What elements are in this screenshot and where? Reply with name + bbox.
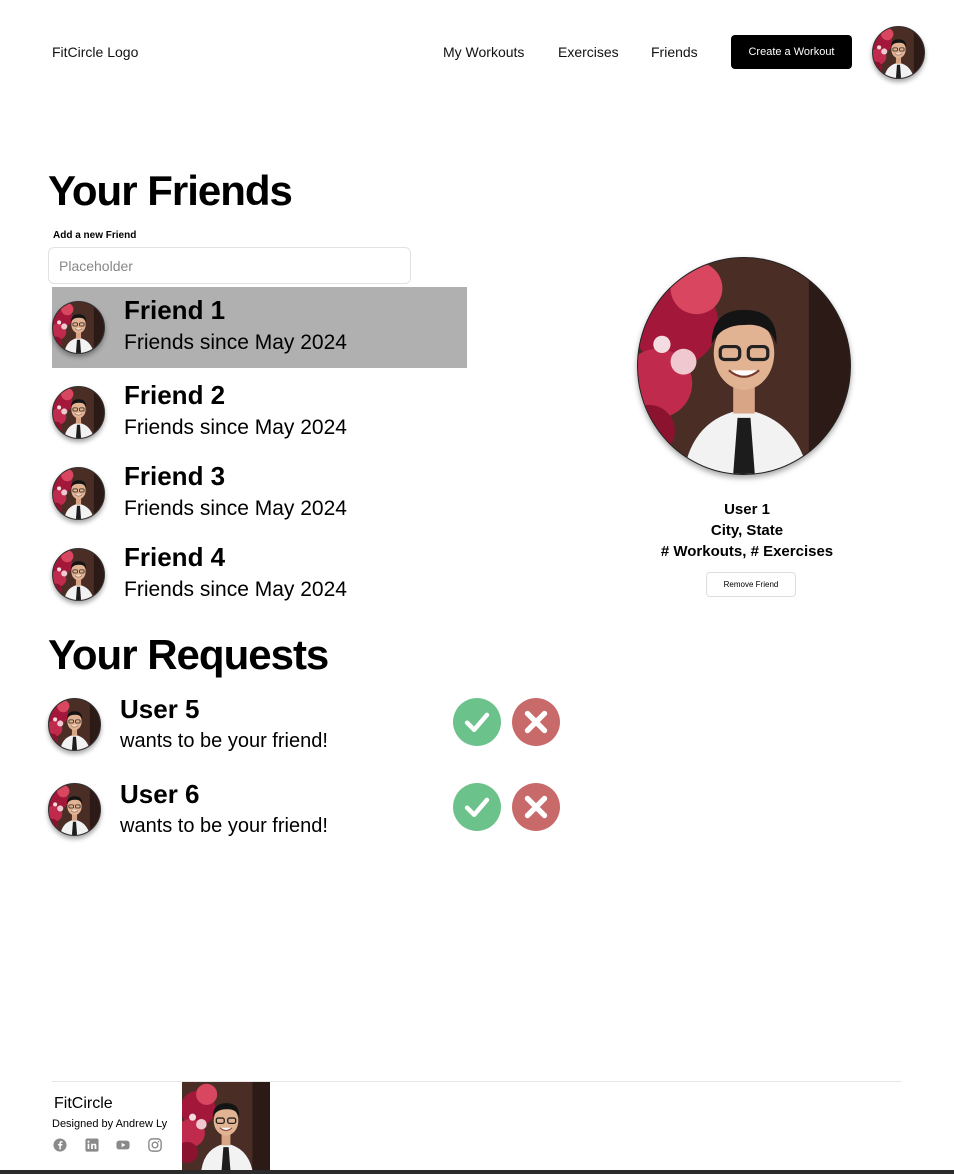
request-name: User 5: [120, 694, 200, 724]
requests-title: Your Requests: [48, 631, 329, 678]
friend-since: Friends since May 2024: [124, 331, 347, 354]
friend-row-3[interactable]: Friend 3 Friends since May 2024: [52, 453, 467, 534]
nav-exercises[interactable]: Exercises: [558, 44, 619, 60]
friend-since: Friends since May 2024: [124, 497, 347, 520]
friend-avatar: [52, 548, 105, 601]
request-row-6: User 6 wants to be your friend!: [48, 779, 568, 853]
friend-row-1[interactable]: Friend 1 Friends since May 2024: [52, 287, 467, 368]
friend-row-2[interactable]: Friend 2 Friends since May 2024: [52, 372, 467, 453]
avatar-image: [873, 27, 924, 78]
decline-request-button[interactable]: [512, 698, 560, 746]
bottom-bar: [0, 1170, 954, 1174]
close-icon: [524, 710, 548, 734]
footer-credit: Designed by Andrew Ly: [52, 1118, 168, 1130]
accept-request-button[interactable]: [453, 783, 501, 831]
instagram-icon[interactable]: [148, 1138, 162, 1152]
add-friend-input[interactable]: [48, 247, 411, 284]
linkedin-icon[interactable]: [85, 1138, 99, 1152]
profile-info: User 1 City, State # Workouts, # Exercis…: [620, 499, 874, 562]
footer-divider: [52, 1081, 902, 1082]
profile-image: [638, 258, 850, 474]
friend-avatar: [52, 301, 105, 354]
nav-friends[interactable]: Friends: [651, 44, 698, 60]
friend-avatar: [52, 386, 105, 439]
friend-name: Friend 3: [124, 461, 226, 491]
facebook-icon[interactable]: [53, 1138, 67, 1152]
app-logo[interactable]: FitCircle Logo: [52, 44, 138, 60]
footer-photo: [182, 1082, 270, 1170]
user-avatar[interactable]: [872, 26, 925, 79]
friend-name: Friend 4: [124, 542, 226, 572]
request-avatar: [48, 698, 101, 751]
request-message: wants to be your friend!: [120, 815, 328, 837]
youtube-icon[interactable]: [116, 1138, 130, 1152]
close-icon: [524, 795, 548, 819]
nav-my-workouts[interactable]: My Workouts: [443, 44, 524, 60]
profile-name: User 1: [724, 501, 770, 518]
check-icon: [464, 712, 490, 733]
profile-stats: # Workouts, # Exercises: [660, 543, 834, 560]
friend-name: Friend 2: [124, 380, 226, 410]
accept-request-button[interactable]: [453, 698, 501, 746]
request-avatar: [48, 783, 101, 836]
check-icon: [464, 797, 490, 818]
create-workout-button[interactable]: Create a Workout: [731, 35, 852, 69]
request-message: wants to be your friend!: [120, 730, 328, 752]
profile-avatar: [637, 257, 851, 475]
request-name: User 6: [120, 779, 200, 809]
friend-name: Friend 1: [124, 295, 226, 325]
profile-location: City, State: [710, 522, 784, 539]
footer-image: [182, 1082, 270, 1170]
friend-since: Friends since May 2024: [124, 578, 347, 601]
request-row-5: User 5 wants to be your friend!: [48, 694, 568, 768]
friend-row-4[interactable]: Friend 4 Friends since May 2024: [52, 534, 467, 615]
add-friend-label: Add a new Friend: [53, 230, 137, 241]
remove-friend-button[interactable]: Remove Friend: [706, 572, 796, 597]
friend-since: Friends since May 2024: [124, 416, 347, 439]
friend-avatar: [52, 467, 105, 520]
friends-title: Your Friends: [48, 167, 293, 214]
footer-title: FitCircle: [54, 1095, 113, 1112]
decline-request-button[interactable]: [512, 783, 560, 831]
